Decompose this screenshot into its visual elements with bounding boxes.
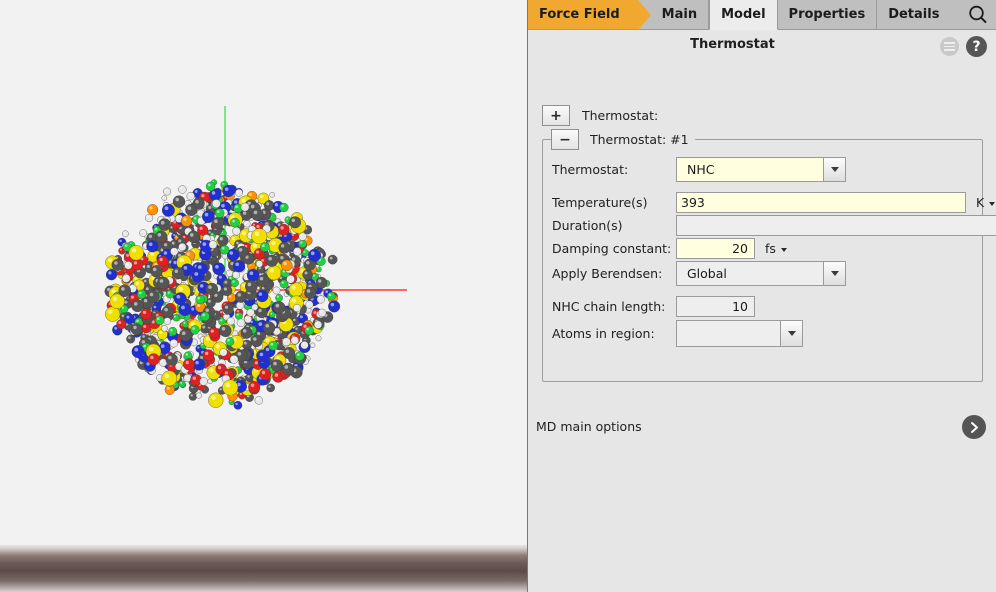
thermostat-select[interactable]: NHC (676, 157, 846, 182)
damping-constant-unit-label: fs (765, 240, 776, 256)
field-row-durations: Duration(s) (552, 214, 996, 236)
durations-input[interactable] (676, 214, 996, 236)
temperatures-unit-label: K (976, 194, 985, 210)
tab-bar-filler (950, 0, 996, 29)
md-main-options-row[interactable]: MD main options (528, 414, 996, 442)
chevron-down-icon (830, 167, 839, 172)
atoms-in-region-label: Atoms in region: (552, 326, 655, 341)
panel-subheader: Thermostat ? (528, 30, 996, 62)
atoms-in-region-select-arrow[interactable] (780, 321, 802, 346)
damping-constant-unit[interactable]: fs (765, 241, 787, 256)
chevron-down-icon (787, 331, 796, 336)
md-main-options-arrow-button[interactable] (962, 415, 986, 439)
add-thermostat-row: + Thermostat: (542, 105, 658, 126)
tab-properties-label: Properties (788, 7, 866, 22)
tab-details[interactable]: Details (877, 0, 951, 29)
tab-model[interactable]: Model (709, 0, 778, 30)
tab-force-field[interactable]: Force Field (528, 0, 651, 30)
atoms-in-region-select[interactable] (676, 320, 803, 347)
md-main-options-label: MD main options (536, 419, 642, 434)
field-row-damping-constant: Damping constant: fs (552, 237, 787, 259)
search-button[interactable] (967, 4, 989, 26)
apply-berendsen-select-arrow[interactable] (823, 262, 845, 285)
help-icon-label: ? (972, 38, 981, 55)
thermostat-label: Thermostat: (552, 162, 629, 177)
tab-bar: Force Field Main Model Properties Detail… (528, 0, 996, 30)
field-row-temperatures: Temperature(s) K (552, 191, 996, 213)
help-icon[interactable]: ? (966, 36, 987, 57)
thermostat-1-group-header: − Thermostat: #1 (551, 129, 695, 150)
settings-panel: Force Field Main Model Properties Detail… (527, 0, 996, 592)
hamburger-menu-icon[interactable] (940, 37, 959, 56)
tab-main-label: Main (661, 7, 698, 22)
chevron-down-icon (830, 271, 839, 276)
thermostat-1-group: − Thermostat: #1 Thermostat: NHC Tempera… (542, 129, 996, 382)
temperatures-label: Temperature(s) (552, 194, 648, 210)
temperatures-input[interactable] (676, 191, 966, 213)
damping-constant-input[interactable] (676, 237, 755, 259)
durations-label: Duration(s) (552, 217, 623, 233)
collapse-thermostat-1-button[interactable]: − (551, 129, 579, 150)
field-row-nhc-chain-length: NHC chain length: (552, 295, 755, 317)
molecule-render (0, 0, 527, 545)
field-row-thermostat: Thermostat: NHC (552, 157, 846, 182)
menu-bar-3 (944, 49, 955, 51)
field-row-apply-berendsen: Apply Berendsen: Global (552, 261, 846, 286)
tab-force-field-label: Force Field (539, 7, 620, 22)
molecule-3d-view[interactable] (0, 0, 527, 545)
chevron-right-icon (970, 421, 978, 433)
apply-berendsen-select[interactable]: Global (676, 261, 846, 286)
chevron-down-icon (780, 248, 787, 252)
chevron-down-icon (989, 202, 996, 206)
thermostat-select-arrow[interactable] (823, 158, 845, 181)
add-thermostat-button-label: + (550, 107, 562, 124)
menu-bar-1 (944, 42, 955, 44)
menu-bar-2 (944, 45, 955, 48)
field-row-atoms-in-region: Atoms in region: (552, 320, 803, 347)
collapse-button-label: − (559, 131, 571, 148)
apply-berendsen-label: Apply Berendsen: (552, 266, 663, 281)
thermostat-select-value: NHC (687, 162, 715, 177)
add-thermostat-label: Thermostat: (582, 108, 659, 123)
bottom-toolbar-strip: C O N H X ▼ (0, 545, 527, 592)
temperatures-unit[interactable]: K (976, 194, 996, 210)
add-thermostat-button[interactable]: + (542, 105, 570, 126)
page-title: Thermostat (690, 37, 775, 52)
tab-main[interactable]: Main (650, 0, 710, 29)
nhc-chain-length-label: NHC chain length: (552, 298, 666, 314)
damping-constant-label: Damping constant: (552, 240, 672, 256)
search-icon (969, 5, 987, 24)
tab-properties[interactable]: Properties (777, 0, 878, 29)
tab-details-label: Details (888, 7, 940, 22)
apply-berendsen-select-value: Global (687, 266, 727, 281)
thermostat-1-title: Thermostat: #1 (590, 132, 689, 147)
tab-model-label: Model (721, 7, 766, 22)
application-window: C O N H X ▼ (0, 0, 996, 592)
nhc-chain-length-input[interactable] (676, 295, 755, 317)
